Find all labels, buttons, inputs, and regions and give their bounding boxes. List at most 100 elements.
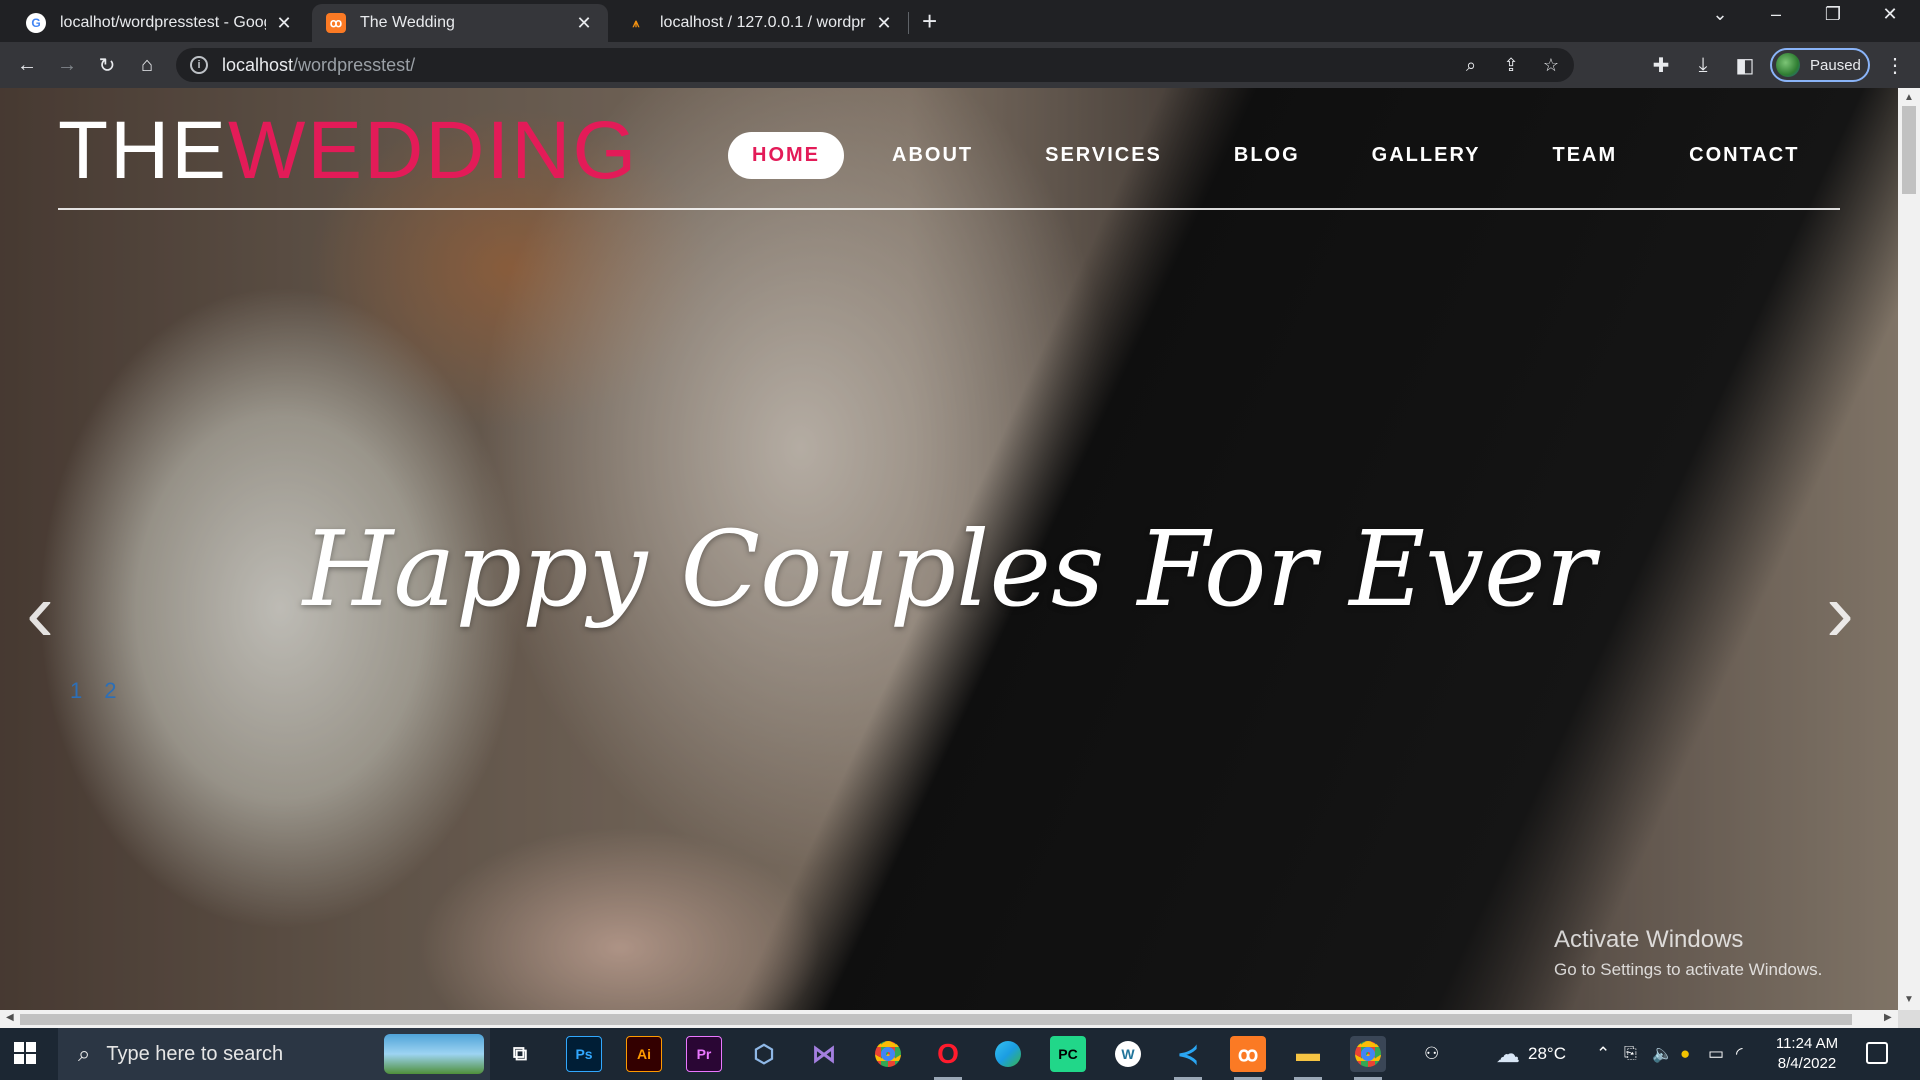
tab-phpmyadmin[interactable]: ⩚ localhost / 127.0.0.1 / wordpress ✕ [612, 4, 908, 42]
tab-the-wedding[interactable]: ꝏ The Wedding ✕ [312, 4, 608, 42]
share-icon[interactable]: ⇪ [1498, 52, 1524, 78]
clock-date: 8/4/2022 [1777, 1055, 1837, 1072]
phpmyadmin-icon: ⩚ [632, 15, 640, 30]
close-window-icon[interactable]: ✕ [1870, 4, 1910, 25]
premiere-icon[interactable]: Pr [686, 1036, 722, 1072]
slider-next-icon[interactable]: › [1826, 564, 1854, 661]
page-viewport: THEWEDDING HOME ABOUT SERVICES BLOG GALL… [0, 88, 1898, 1010]
watermark-title: Activate Windows [1554, 926, 1744, 953]
tab-search-chevron-icon[interactable]: ⌄ [1700, 4, 1740, 25]
xampp-icon[interactable]: ꝏ [1230, 1036, 1266, 1080]
task-view-icon[interactable]: ⧉ [502, 1036, 538, 1072]
illustrator-icon[interactable]: Ai [626, 1036, 662, 1072]
opera-icon[interactable]: O [930, 1036, 966, 1080]
main-nav: HOME ABOUT SERVICES BLOG GALLERY TEAM CO… [728, 132, 1847, 179]
activate-windows-watermark: Activate Windows Go to Settings to activ… [1554, 926, 1822, 980]
wordpress-desktop-icon[interactable]: W [1110, 1036, 1146, 1072]
close-tab-icon[interactable]: ✕ [574, 13, 594, 34]
nav-team[interactable]: TEAM [1529, 132, 1642, 179]
windows-start-icon[interactable] [14, 1042, 36, 1064]
site-logo[interactable]: THEWEDDING [58, 110, 638, 192]
tab-title: localhot/wordpresstest - Google [60, 14, 266, 31]
visual-studio-icon[interactable]: ⋈ [806, 1036, 842, 1072]
device-icon[interactable]: ⎘ [1624, 1028, 1637, 1080]
clock-time: 11:24 AM [1775, 1035, 1839, 1052]
wifi-icon[interactable]: ◜ [1736, 1028, 1743, 1080]
site-info-icon[interactable]: i [190, 56, 208, 74]
google-icon: G [26, 13, 46, 33]
file-explorer-icon[interactable]: ▬ [1290, 1036, 1326, 1080]
home-icon[interactable]: ⌂ [132, 50, 162, 80]
avatar [1776, 53, 1800, 77]
vscode-icon[interactable]: ≺ [1170, 1036, 1206, 1080]
xampp-icon: ꝏ [326, 13, 346, 33]
nav-blog[interactable]: BLOG [1210, 132, 1324, 179]
battery-icon[interactable]: ▭ [1708, 1028, 1724, 1080]
horizontal-scrollbar[interactable]: ◀ ▶ [0, 1010, 1898, 1028]
nav-contact[interactable]: CONTACT [1665, 132, 1823, 179]
weather-temp: 28°C [1528, 1044, 1566, 1063]
menu-kebab-icon[interactable]: ⋮ [1880, 50, 1910, 80]
slider-dot-1[interactable]: 1 [70, 678, 82, 704]
people-icon[interactable]: ⚇ [1424, 1028, 1439, 1080]
cloud-icon: ☁ [1496, 1040, 1520, 1068]
bookmark-star-icon[interactable]: ☆ [1538, 52, 1564, 78]
taskbar-search-box[interactable]: ⌕ Type here to search [58, 1028, 490, 1080]
profile-button[interactable]: Paused [1770, 48, 1870, 82]
pycharm-icon[interactable]: PC [1050, 1036, 1086, 1072]
watermark-subtitle: Go to Settings to activate Windows. [1554, 960, 1823, 979]
reload-icon[interactable]: ↻ [92, 50, 122, 80]
windows-taskbar: ⌕ Type here to search ⧉ Ps Ai Pr ⬡ ⋈ O P… [0, 1028, 1920, 1080]
forward-icon[interactable]: → [52, 50, 82, 80]
url-text[interactable]: localhost/wordpresstest/ [222, 55, 415, 76]
url-path: /wordpresstest/ [293, 54, 416, 75]
back-icon[interactable]: ← [12, 50, 42, 80]
scroll-up-icon[interactable]: ▲ [1904, 92, 1914, 103]
chrome-icon[interactable] [870, 1036, 906, 1072]
site-header: THEWEDDING HOME ABOUT SERVICES BLOG GALL… [58, 88, 1840, 210]
address-bar[interactable]: i localhost/wordpresstest/ ⌕ ⇪ ☆ [176, 48, 1574, 82]
slider-dot-2[interactable]: 2 [104, 678, 116, 704]
nav-about[interactable]: ABOUT [868, 132, 997, 179]
omnibox-actions: ⌕ ⇪ ☆ [1458, 52, 1564, 78]
slider-prev-icon[interactable]: ‹ [26, 564, 54, 661]
search-placeholder: Type here to search [106, 1042, 284, 1065]
show-hidden-icons-icon[interactable]: ⌃ [1596, 1028, 1610, 1080]
tab-title: The Wedding [360, 14, 455, 31]
extensions-icon[interactable]: ✚ [1646, 50, 1676, 80]
slider-pagination: 1 2 [70, 678, 117, 704]
volume-icon[interactable]: 🔈 [1652, 1028, 1673, 1080]
scroll-right-icon[interactable]: ▶ [1884, 1012, 1892, 1023]
scroll-left-icon[interactable]: ◀ [6, 1012, 14, 1023]
system-clock[interactable]: 11:24 AM 8/4/2022 [1762, 1034, 1852, 1074]
browser-toolbar: ← → ↻ ⌂ i localhost/wordpresstest/ ⌕ ⇪ ☆… [0, 42, 1920, 88]
vertical-scrollbar[interactable]: ▲ ▼ [1898, 88, 1920, 1010]
tab-google[interactable]: G localhot/wordpresstest - Google ✕ [12, 4, 308, 42]
edge-icon[interactable] [990, 1036, 1026, 1072]
vertical-scroll-thumb[interactable] [1902, 106, 1916, 194]
close-tab-icon[interactable]: ✕ [274, 13, 294, 34]
side-panel-icon[interactable]: ◧ [1730, 50, 1760, 80]
chrome-active-icon[interactable] [1350, 1036, 1386, 1080]
url-host: localhost [222, 54, 294, 75]
download-icon[interactable]: ⤓ [1688, 50, 1718, 80]
security-status-icon[interactable]: ● [1680, 1028, 1690, 1080]
restore-icon[interactable]: ❐ [1813, 4, 1853, 25]
virtualbox-icon[interactable]: ⬡ [746, 1036, 782, 1072]
close-tab-icon[interactable]: ✕ [874, 13, 894, 34]
profile-status: Paused [1810, 56, 1861, 74]
notification-center-icon[interactable] [1866, 1042, 1888, 1064]
zoom-icon[interactable]: ⌕ [1458, 52, 1484, 78]
scroll-down-icon[interactable]: ▼ [1904, 994, 1914, 1005]
photoshop-icon[interactable]: Ps [566, 1036, 602, 1072]
weather-widget[interactable]: ☁ 28°C [1496, 1028, 1566, 1080]
nav-services[interactable]: SERVICES [1021, 132, 1186, 179]
search-icon: ⌕ [78, 1041, 91, 1066]
nav-gallery[interactable]: GALLERY [1348, 132, 1505, 179]
new-tab-icon[interactable]: + [922, 6, 937, 37]
hero-title: Happy Couples For Ever [302, 508, 1596, 630]
nav-home[interactable]: HOME [728, 132, 844, 179]
minimize-icon[interactable]: – [1756, 4, 1796, 25]
horizontal-scroll-thumb[interactable] [20, 1014, 1852, 1025]
tab-separator [908, 12, 909, 34]
